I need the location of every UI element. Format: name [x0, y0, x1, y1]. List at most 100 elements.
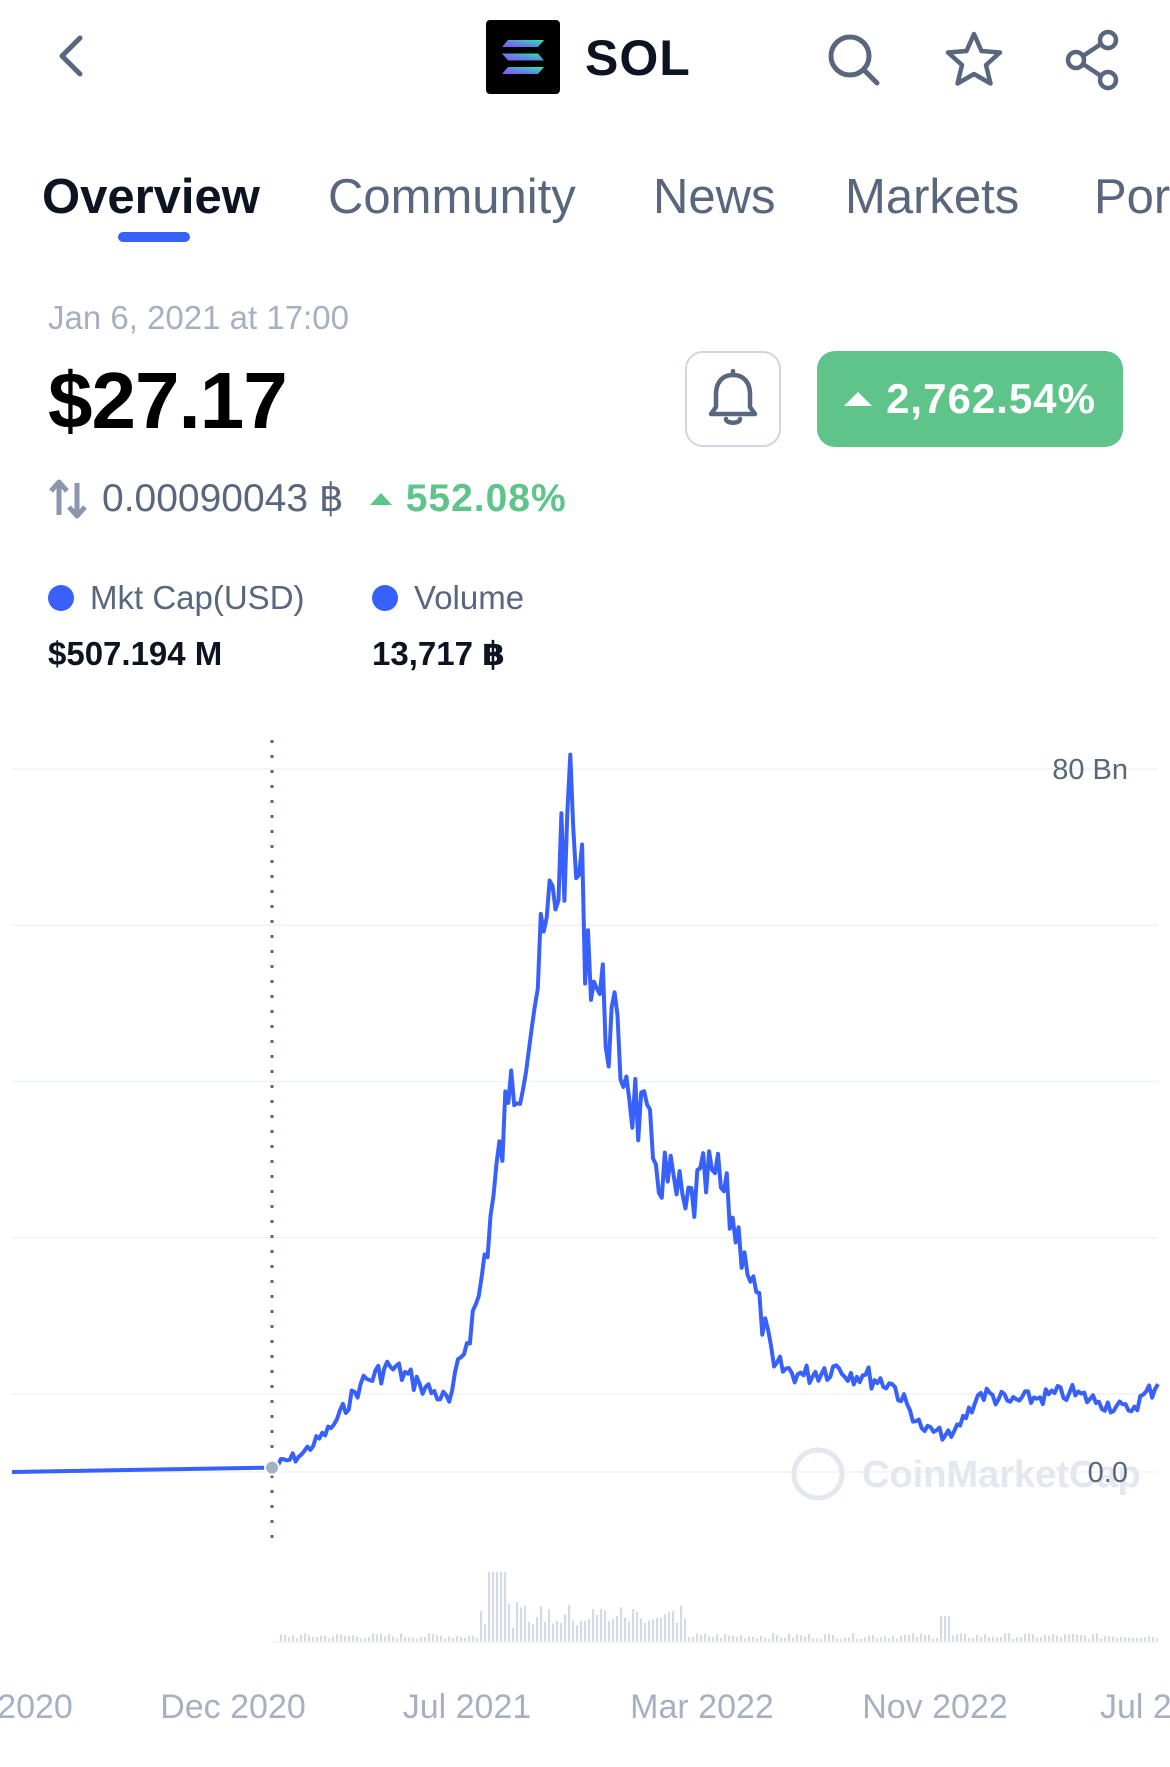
volume-bar [1028, 1633, 1031, 1642]
volume-bar [1068, 1634, 1071, 1642]
volume-bar [664, 1614, 667, 1642]
volume-bar [420, 1636, 423, 1642]
volume-bar [284, 1634, 287, 1642]
legend-volume-label: Volume [414, 579, 525, 616]
triangle-up-icon [844, 392, 873, 406]
search-icon [828, 34, 880, 86]
legend-mkt-cap-label: Mkt Cap(USD) [90, 579, 305, 616]
market-cap-chart-svg[interactable]: CoinMarketCap80 Bn0.02020 Dec 2020 Jul 202… [0, 730, 1170, 1730]
volume-bar [1008, 1633, 1011, 1642]
volume-bar [352, 1635, 355, 1642]
solana-logo-icon [502, 40, 544, 74]
volume-bar [1120, 1636, 1123, 1642]
volume-bar [320, 1635, 323, 1642]
volume-bar [1064, 1634, 1067, 1642]
volume-bar [456, 1636, 459, 1642]
volume-bar [824, 1634, 827, 1642]
volume-bar [684, 1618, 687, 1642]
volume-bar [632, 1609, 635, 1642]
price-change-badge[interactable]: 2,762.54% [817, 351, 1123, 447]
volume-bar [348, 1635, 351, 1642]
volume-bar [548, 1609, 551, 1642]
volume-bar [564, 1614, 567, 1642]
volume-bar [500, 1572, 503, 1642]
volume-bar [852, 1633, 855, 1642]
volume-bar [940, 1616, 943, 1642]
volume-bar [900, 1635, 903, 1642]
price-chart[interactable]: CoinMarketCap 80 Bn 0.0 2020 Dec 2020 Jul 202… [0, 730, 1170, 1730]
volume-bar [1152, 1636, 1155, 1642]
volume-bar [892, 1636, 895, 1642]
volume-bar [1112, 1636, 1115, 1642]
bell-icon [708, 369, 758, 425]
share-button[interactable] [1058, 24, 1130, 96]
volume-bar [808, 1633, 811, 1642]
watchlist-button[interactable] [938, 24, 1010, 96]
tab-markets[interactable]: Markets [845, 168, 1019, 226]
volume-bar [436, 1635, 439, 1642]
volume-bar [1024, 1634, 1027, 1642]
volume-bar [392, 1636, 395, 1642]
volume-bar [280, 1634, 283, 1642]
volume-bar [696, 1633, 699, 1642]
app-header: SOL [0, 0, 1170, 118]
tab-news[interactable]: News [653, 168, 776, 226]
price-alert-button[interactable] [685, 351, 781, 447]
legend-volume[interactable]: Volume [372, 576, 524, 620]
volume-bar [952, 1635, 955, 1642]
volume-bar [556, 1621, 559, 1642]
tab-overview[interactable]: Overview [42, 168, 260, 226]
volume-bar [496, 1572, 499, 1642]
volume-bar [584, 1621, 587, 1642]
volume-bar [992, 1636, 995, 1642]
volume-bar [624, 1617, 627, 1642]
coinmarketcap-logo-icon [791, 1447, 845, 1501]
search-button[interactable] [818, 24, 890, 96]
volume-bar [692, 1636, 695, 1642]
legend-mkt-cap[interactable]: Mkt Cap(USD) [48, 576, 305, 620]
volume-bar [728, 1635, 731, 1642]
volume-bar [912, 1633, 915, 1642]
volume-bar [772, 1633, 775, 1642]
volume-bar [904, 1634, 907, 1642]
volume-bar [704, 1633, 707, 1642]
volume-bar [552, 1623, 555, 1642]
volume-bar [1080, 1634, 1083, 1642]
tab-portfolio[interactable]: Por [1094, 168, 1170, 226]
volume-bar [480, 1610, 483, 1642]
y-tick-label: 80 Bn [1052, 754, 1128, 786]
volume-bar [640, 1618, 643, 1642]
btc-price-row: 0.00090043 ฿ 552.08% [48, 474, 567, 524]
legend-dot [372, 585, 398, 611]
price-btc: 0.00090043 ฿ [102, 477, 344, 520]
volume-bar [524, 1605, 527, 1642]
volume-bar [656, 1617, 659, 1642]
star-icon [945, 31, 1003, 86]
share-icon [1065, 29, 1119, 91]
volume-bar [308, 1635, 311, 1642]
tab-community[interactable]: Community [328, 168, 576, 226]
volume-bar [752, 1636, 755, 1642]
volume-bar [508, 1604, 511, 1642]
volume-bar [432, 1634, 435, 1642]
volume-bar [312, 1636, 315, 1642]
swap-arrows-icon[interactable] [48, 477, 88, 521]
volume-bar [908, 1634, 911, 1642]
volume-bar [404, 1636, 407, 1642]
volume-bar [604, 1610, 607, 1642]
volume-bar [400, 1633, 403, 1642]
volume-bar [828, 1633, 831, 1642]
volume-bar [1040, 1636, 1043, 1642]
volume-bar [928, 1634, 931, 1642]
volume-bar [1052, 1634, 1055, 1642]
volume-bar [336, 1634, 339, 1642]
x-tick-label: Dec 2020 [160, 1688, 306, 1726]
volume-bar [596, 1614, 599, 1642]
volume-bar [740, 1635, 743, 1642]
volume-bar [488, 1572, 491, 1642]
volume-bar [484, 1624, 487, 1642]
price-change-percent: 2,762.54% [886, 375, 1096, 422]
volume-bar [1076, 1634, 1079, 1642]
back-button[interactable] [40, 24, 104, 88]
volume-bar [804, 1636, 807, 1642]
